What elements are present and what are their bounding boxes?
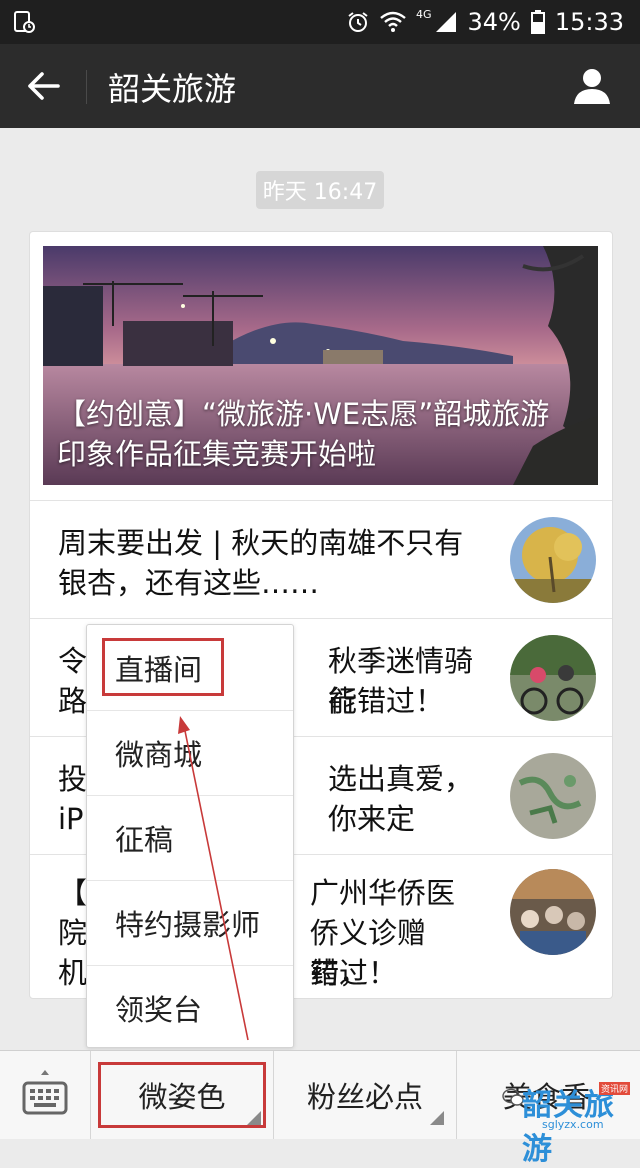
alarm-icon bbox=[348, 12, 368, 32]
wechat-icon bbox=[502, 1088, 524, 1106]
watermark-logo: 韶关旅游 资讯网 sglyzx.com bbox=[502, 1078, 632, 1167]
title-fragment: 路 bbox=[58, 684, 88, 718]
title-fragment: 错过！ bbox=[310, 956, 398, 990]
watermark-url: sglyzx.com bbox=[542, 1118, 604, 1131]
battery-percent: 34% bbox=[467, 8, 521, 36]
title-fragment: 广州华侨医 bbox=[310, 876, 456, 910]
menu-item-call-for-submissions[interactable]: 征稿 bbox=[87, 795, 293, 880]
menu-item-photographer[interactable]: 特约摄影师 bbox=[87, 880, 293, 965]
title-fragment: 院 bbox=[58, 916, 88, 950]
person-icon[interactable] bbox=[570, 64, 614, 108]
title-fragment: 令 bbox=[58, 644, 88, 678]
hero-article[interactable]: 【约创意】“微旅游·WE志愿”韶城旅游 印象作品征集竞赛开始啦 bbox=[43, 246, 598, 485]
wifi-icon bbox=[380, 11, 406, 32]
title-fragment: 你来定 bbox=[328, 802, 416, 836]
watermark-tag: 资讯网 bbox=[598, 1082, 630, 1095]
title-fragment: iP bbox=[58, 802, 84, 836]
title-bar: 韶关旅游 bbox=[0, 44, 640, 128]
article-item-1[interactable]: 周末要出发 | 秋天的南雄不只有 银杏，还有这些…… bbox=[30, 500, 612, 618]
signal-icon bbox=[436, 12, 457, 32]
status-bar: 4G 34% 15:33 bbox=[0, 0, 640, 44]
highlight-box-tab bbox=[98, 1062, 266, 1128]
title-fragment: 选出真爱， bbox=[328, 762, 474, 796]
back-arrow-icon[interactable] bbox=[22, 66, 66, 106]
article-thumbnail bbox=[510, 635, 596, 721]
keyboard-icon bbox=[22, 1070, 68, 1115]
menu-item-micro-mall[interactable]: 微商城 bbox=[87, 710, 293, 795]
title-fragment: 【 bbox=[58, 876, 88, 910]
network-type: 4G bbox=[415, 7, 432, 21]
battery-icon bbox=[530, 10, 545, 34]
message-timestamp: 昨天 16:47 bbox=[256, 171, 384, 209]
title-fragment: 机 bbox=[58, 956, 88, 990]
title-fragment: 投 bbox=[58, 762, 88, 796]
hero-title-line1: 【约创意】“微旅游·WE志愿”韶城旅游 bbox=[57, 397, 550, 431]
hero-title: 【约创意】“微旅游·WE志愿”韶城旅游 印象作品征集竞赛开始啦 bbox=[57, 394, 588, 474]
clock: 15:33 bbox=[554, 8, 624, 36]
article-thumbnail bbox=[510, 869, 596, 955]
article-title: 周末要出发 | 秋天的南雄不只有 银杏，还有这些…… bbox=[58, 523, 478, 603]
article-title-line: 周末要出发 | 秋天的南雄不只有 bbox=[58, 526, 464, 560]
submenu-indicator-icon bbox=[430, 1111, 444, 1125]
screen-record-icon bbox=[14, 11, 35, 33]
menu-tab-2[interactable]: 粉丝必点 bbox=[274, 1051, 457, 1139]
title-fragment: 能错过！ bbox=[328, 684, 445, 718]
article-thumbnail bbox=[510, 517, 596, 603]
hero-title-line2: 印象作品征集竞赛开始啦 bbox=[57, 437, 377, 471]
title-divider bbox=[86, 70, 87, 104]
highlight-box-live-room bbox=[102, 638, 224, 696]
menu-item-awards[interactable]: 领奖台 bbox=[87, 965, 293, 1050]
keyboard-toggle[interactable] bbox=[0, 1051, 91, 1139]
page-title: 韶关旅游 bbox=[108, 70, 237, 108]
article-thumbnail bbox=[510, 753, 596, 839]
article-title-line: 银杏，还有这些…… bbox=[58, 566, 320, 600]
menu-tab-label: 粉丝必点 bbox=[306, 1080, 423, 1114]
